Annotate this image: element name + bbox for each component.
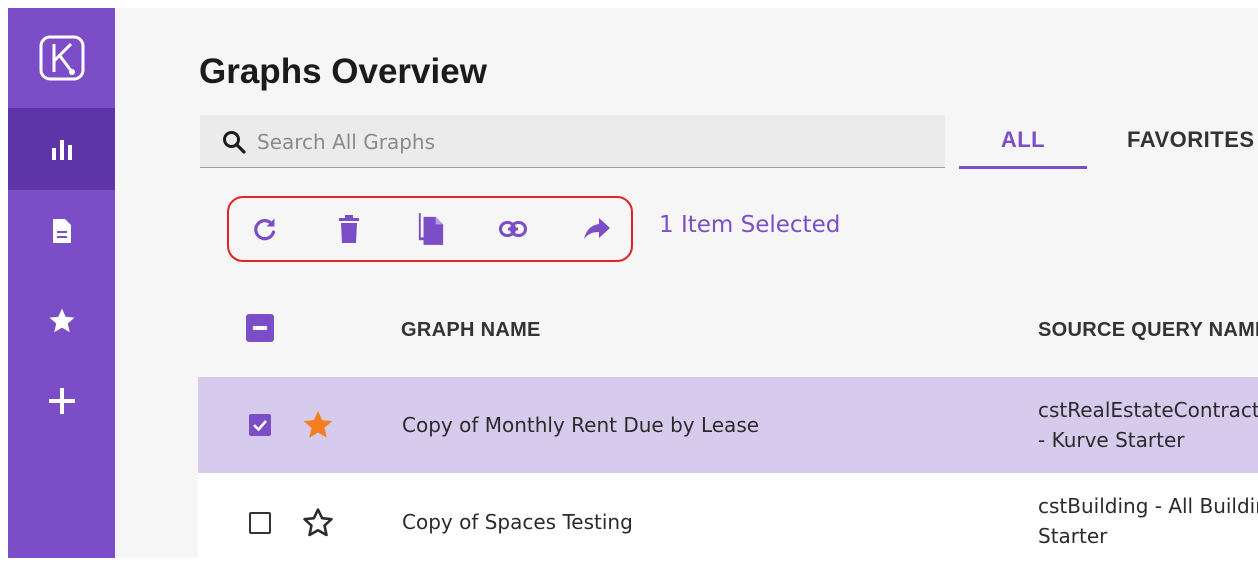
link-icon (499, 221, 527, 237)
search-input[interactable] (255, 125, 919, 159)
plus-icon (48, 388, 75, 414)
search-icon (223, 131, 246, 154)
favorite-star-filled-icon[interactable] (301, 408, 335, 442)
tab-all[interactable]: ALL (959, 123, 1087, 169)
sidebar-item-documents[interactable] (8, 190, 115, 272)
sidebar-item-graphs[interactable] (8, 108, 115, 190)
selection-count: 1 Item Selected (659, 212, 841, 238)
copy-icon (418, 213, 444, 245)
graph-name[interactable]: Copy of Monthly Rent Due by Lease (402, 413, 759, 437)
table-row[interactable]: Copy of Spaces Testing cstBuilding - All… (198, 473, 1258, 566)
graph-name[interactable]: Copy of Spaces Testing (402, 510, 633, 534)
share-button[interactable] (583, 215, 611, 243)
star-icon (49, 308, 74, 333)
source-query-line: - Kurve Starter (1038, 428, 1185, 452)
source-query-line: Starter (1038, 524, 1108, 548)
copy-button[interactable] (417, 213, 445, 245)
column-header-source-query[interactable]: SOURCE QUERY NAME (1038, 319, 1258, 342)
row-checkbox[interactable] (249, 512, 271, 534)
source-query-line: cstBuilding - All Buildings (1038, 494, 1258, 518)
favorite-star-outline-icon[interactable] (301, 506, 335, 540)
source-query: cstRealEstateContracts - Kurve Starter (1038, 395, 1258, 455)
share-icon (584, 218, 610, 239)
sidebar (8, 8, 115, 558)
refresh-icon (254, 218, 276, 241)
search-bar[interactable] (200, 115, 945, 168)
refresh-button[interactable] (251, 215, 279, 243)
trash-icon (339, 215, 359, 243)
delete-button[interactable] (335, 215, 363, 243)
tab-favorites[interactable]: FAVORITES (1127, 123, 1255, 153)
select-all-checkbox[interactable] (246, 314, 274, 342)
document-icon (52, 219, 71, 243)
checkmark-icon (253, 420, 267, 432)
main-content: Graphs Overview ALL FAVORITES (115, 8, 1258, 566)
selection-toolbar (227, 196, 633, 262)
kurve-logo-icon[interactable] (8, 8, 115, 108)
column-header-graph-name[interactable]: GRAPH NAME (401, 319, 541, 342)
sidebar-item-add[interactable] (8, 360, 115, 442)
page-title: Graphs Overview (199, 52, 487, 91)
table-row[interactable]: Copy of Monthly Rent Due by Lease cstRea… (198, 377, 1258, 473)
bar-chart-icon (51, 140, 72, 160)
sidebar-item-favorites[interactable] (8, 280, 115, 362)
source-query: cstBuilding - All Buildings Starter (1038, 491, 1258, 551)
link-button[interactable] (499, 215, 527, 243)
top-frame (0, 0, 1258, 8)
row-checkbox[interactable] (249, 414, 271, 436)
source-query-line: cstRealEstateContracts (1038, 398, 1258, 422)
